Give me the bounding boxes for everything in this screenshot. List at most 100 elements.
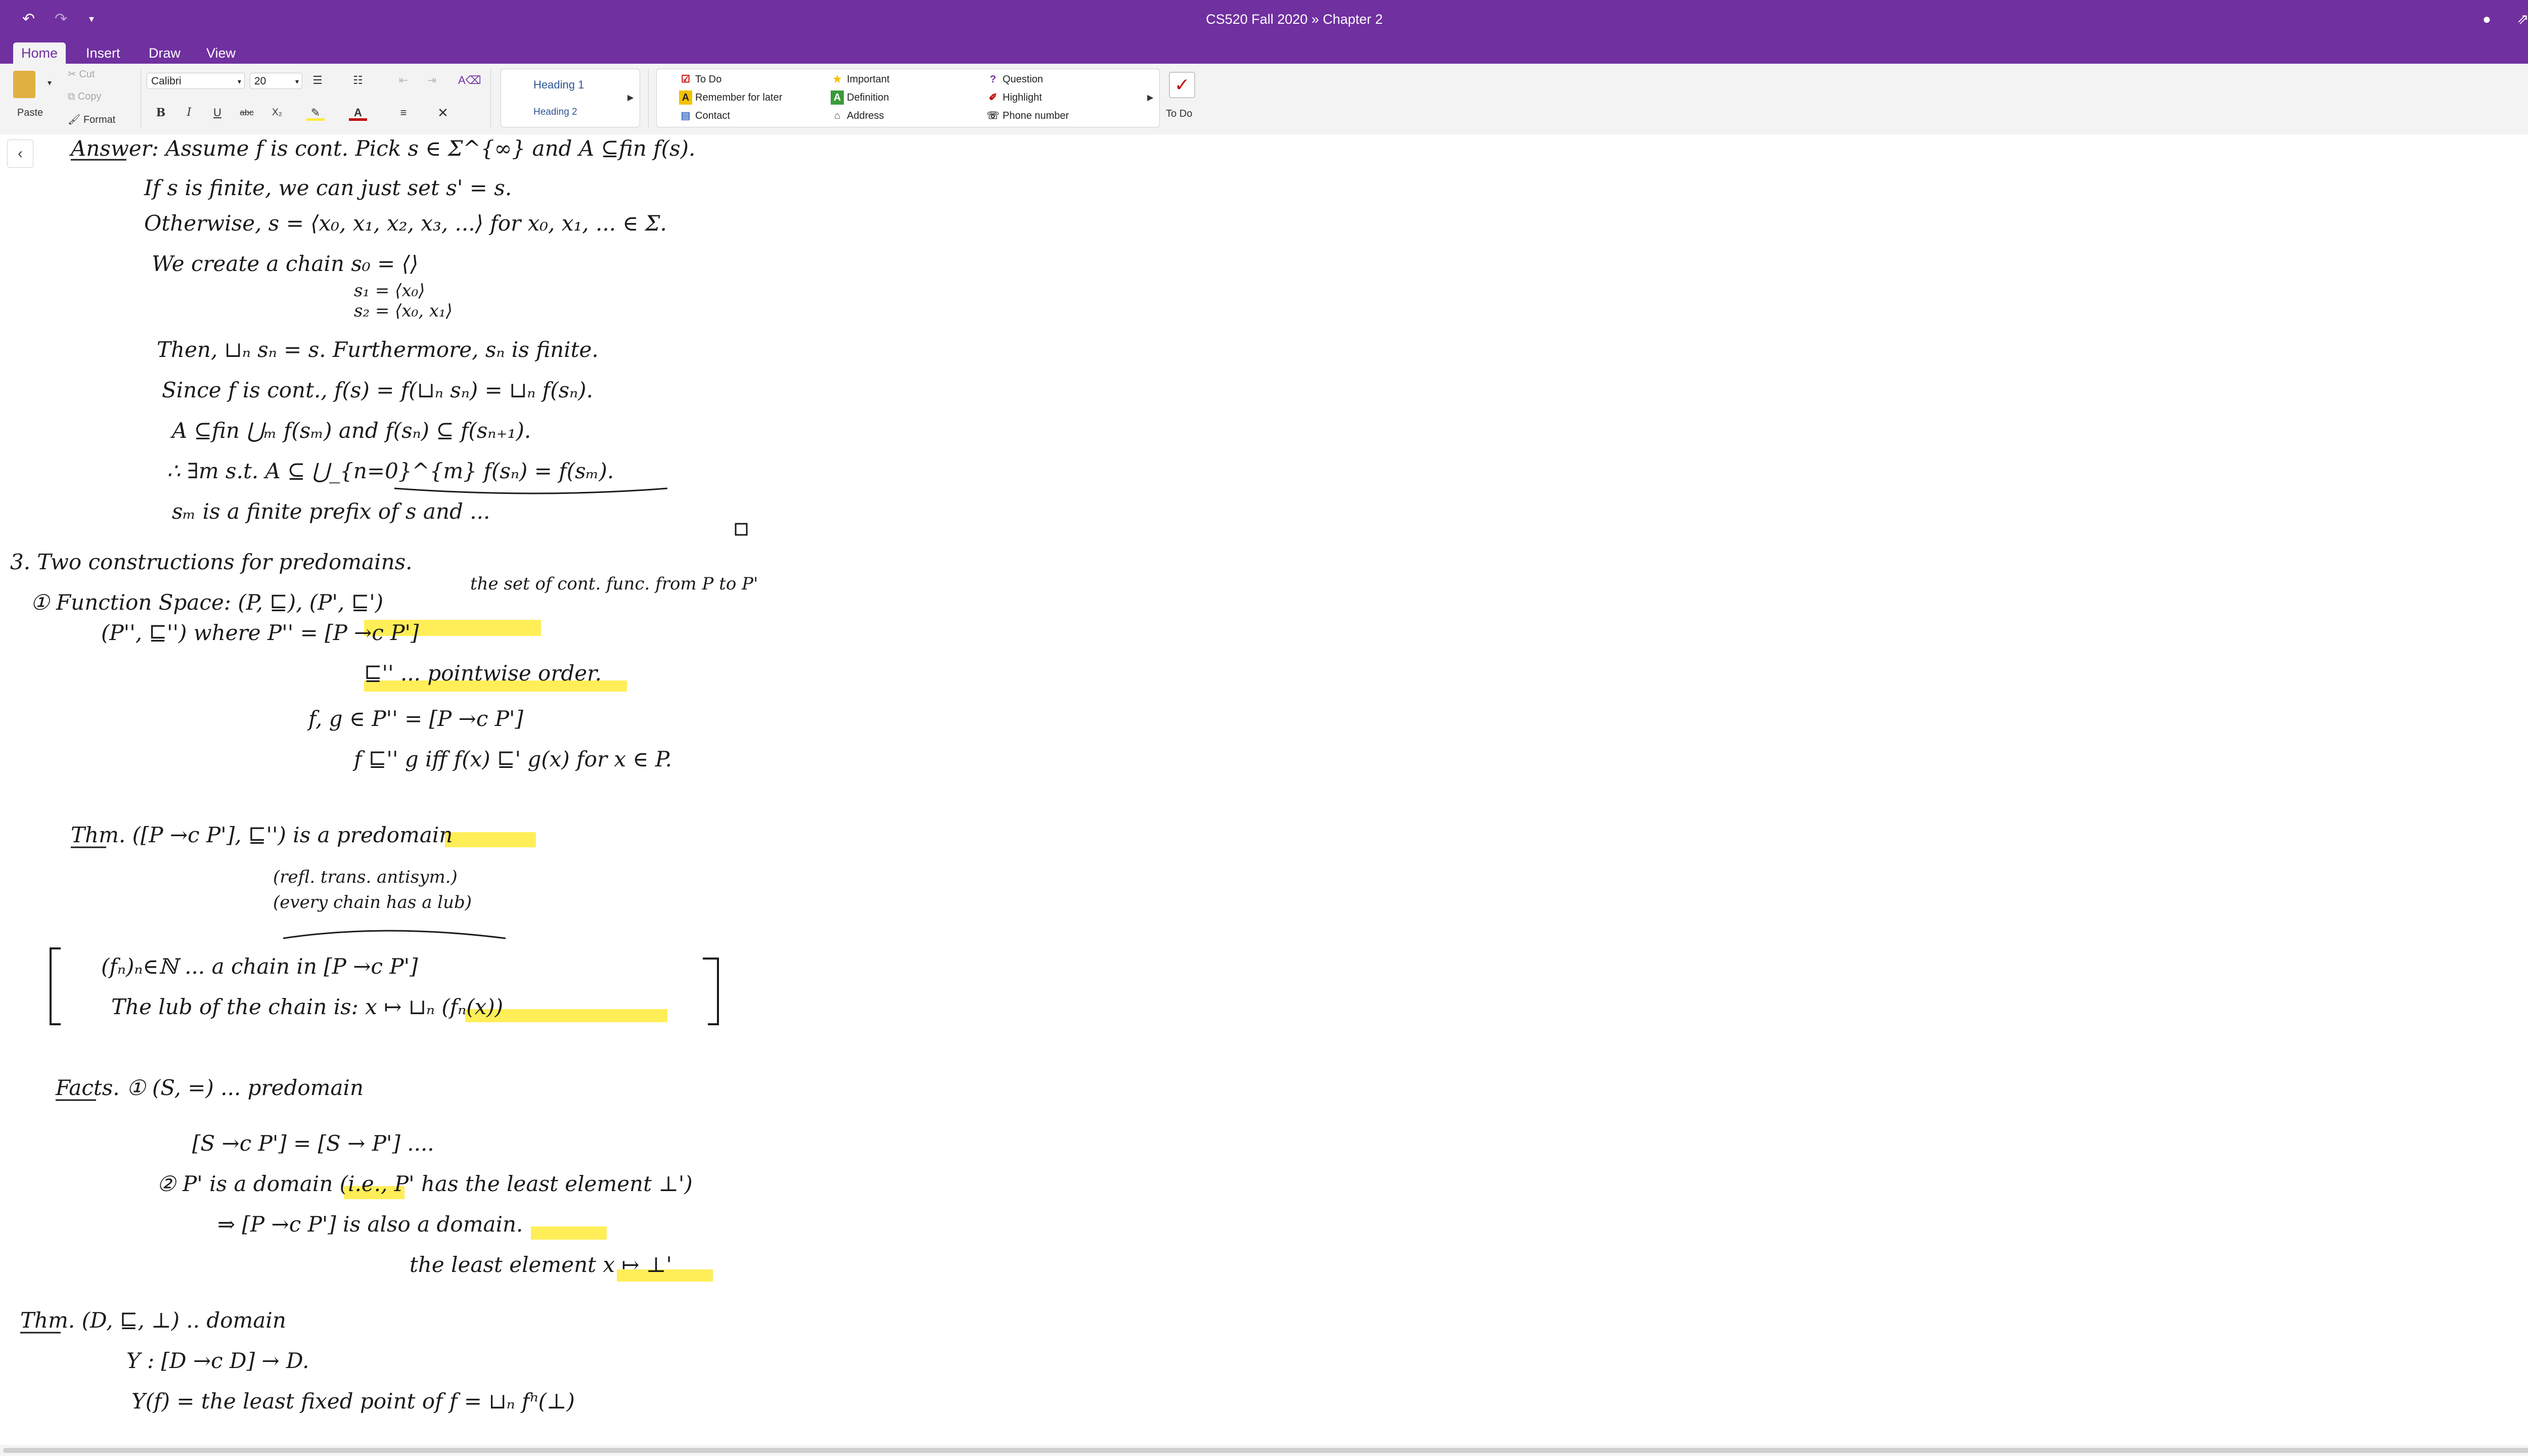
bell-icon[interactable]: ● — [2482, 9, 2491, 29]
pen-icon: ✐ — [988, 92, 998, 103]
note-line: Facts. ① (S, =) ... predomain — [55, 1075, 364, 1100]
chevron-down-icon: ▾ — [237, 77, 241, 85]
note-line: sₘ is a finite prefix of s and ... — [172, 499, 490, 524]
font-size-select[interactable]: 20 ▾ — [250, 73, 302, 89]
note-line: (every chain has a lub) — [273, 892, 472, 913]
tag-highlight[interactable]: ✐ Highlight — [986, 90, 1042, 105]
strikethrough-button[interactable]: abc — [238, 104, 256, 121]
subscript-button[interactable]: X₂ — [268, 104, 286, 121]
tag-question[interactable]: ? Question — [986, 72, 1043, 86]
note-line: Then, ⊔ₙ sₙ = s. Furthermore, sₙ is fini… — [157, 337, 599, 362]
todo-button[interactable]: To Do — [1166, 107, 1192, 120]
note-line: If s is finite, we can just set s' = s. — [144, 175, 512, 200]
note-line: We create a chain s₀ = ⟨⟩ — [152, 251, 418, 276]
note-line: The lub of the chain is: x ↦ ⊔ₙ (fₙ(x)) — [111, 994, 503, 1019]
note-line: f, g ∈ P'' = [P →c P'] — [307, 706, 524, 731]
note-line: 3. Two constructions for predomains. — [10, 550, 413, 574]
underline-stroke — [283, 930, 506, 939]
todo-check-icon[interactable]: ✓ — [1169, 72, 1195, 98]
underline-stroke — [394, 487, 668, 494]
numbering-icon[interactable]: ☷ — [349, 72, 367, 89]
tab-view[interactable]: View — [198, 42, 244, 64]
note-line: s₂ = ⟨x₀, x₁⟩ — [354, 301, 453, 321]
phone-icon: ☏ — [986, 110, 1000, 121]
house-icon: ⌂ — [834, 110, 841, 121]
style-heading-1[interactable]: Heading 1 — [533, 78, 584, 92]
note-line: Y(f) = the least fixed point of f = ⊔ₙ f… — [131, 1389, 575, 1414]
note-line: (P'', ⊑'') where P'' = [P →c P'] — [101, 620, 419, 645]
cut-button[interactable]: ✂ Cut — [68, 68, 95, 81]
styles-gallery: Heading 1 Heading 2 ▶ — [501, 69, 640, 127]
qed-box — [735, 523, 748, 536]
styles-expand-icon[interactable]: ▶ — [627, 92, 634, 105]
format-painter-button[interactable]: 🖌 Format — [68, 113, 115, 126]
note-line: s₁ = ⟨x₀⟩ — [354, 281, 425, 301]
bracket-stroke — [703, 958, 719, 1025]
clear-formatting-icon[interactable]: A⌫ — [458, 72, 481, 89]
window-title: CS520 Fall 2020 » Chapter 2 — [1206, 12, 1383, 27]
font-family-select[interactable]: Calibri ▾ — [147, 73, 245, 89]
tag-definition[interactable]: A Definition — [831, 90, 889, 105]
note-line: ∴ ∃m s.t. A ⊆ ⋃_{n=0}^{m} f(sₙ) = f(sₘ). — [167, 459, 614, 483]
clear-all-icon[interactable]: ✕ — [434, 104, 452, 121]
note-line: (fₙ)ₙ∈ℕ ... a chain in [P →c P'] — [101, 954, 418, 979]
horizontal-scrollbar[interactable] — [0, 1445, 2528, 1456]
divider — [490, 69, 491, 128]
increase-indent-icon[interactable]: ⇥ — [423, 72, 441, 89]
paintbrush-icon: 🖌 — [68, 114, 83, 125]
tab-draw[interactable]: Draw — [141, 42, 189, 64]
note-line: ① Function Space: (P, ⊑), (P', ⊑') — [30, 590, 383, 615]
checkbox-icon: ☑ — [681, 74, 690, 85]
bullets-icon[interactable]: ☰ — [308, 72, 327, 89]
green-a-icon: A — [831, 90, 844, 105]
ribbon-tabs: Home Insert Draw View ☺ ▾ — [0, 39, 2528, 64]
note-line: Otherwise, s = ⟨x₀, x₁, x₂, x₃, ...⟩ for… — [144, 211, 667, 236]
note-canvas[interactable]: ‹ Answer: Assume f is cont. Pick s ∈ Σ^{… — [0, 134, 2528, 1445]
tag-remember-for-later[interactable]: A Remember for later — [679, 90, 782, 105]
copy-button[interactable]: ⧉ Copy — [68, 90, 102, 103]
note-line: ⊑'' ... pointwise order. — [364, 661, 602, 686]
tab-home[interactable]: Home — [13, 42, 66, 64]
note-line: ② P' is a domain (i.e., P' has the least… — [157, 1171, 693, 1196]
note-line: Thm. ([P →c P'], ⊑'') is a predomain — [71, 823, 453, 847]
font-color-icon[interactable]: A — [349, 104, 367, 121]
highlight-icon[interactable]: ✎ — [306, 104, 325, 121]
question-icon: ? — [989, 74, 997, 85]
title-bar: ↶ ↷ ▾ CS520 Fall 2020 » Chapter 2 ● ⇗ ⤡ — [0, 0, 2528, 39]
star-icon: ★ — [833, 74, 842, 85]
copy-icon: ⧉ — [68, 91, 78, 102]
style-heading-2[interactable]: Heading 2 — [533, 106, 577, 119]
contact-card-icon: ▤ — [681, 110, 691, 121]
highlight-mark — [445, 832, 536, 847]
align-icon[interactable]: ≡ — [394, 104, 413, 121]
share-icon[interactable]: ⇗ — [2517, 9, 2528, 29]
tab-insert[interactable]: Insert — [78, 42, 128, 64]
highlight-mark — [531, 1226, 607, 1240]
italic-button[interactable]: I — [180, 104, 198, 121]
chevron-down-icon: ▾ — [295, 77, 299, 85]
bold-button[interactable]: B — [152, 104, 170, 121]
tags-expand-icon[interactable]: ▶ — [1147, 92, 1153, 105]
note-line: Since f is cont., f(s) = f(⊔ₙ sₙ) = ⊔ₙ f… — [162, 378, 593, 402]
note-line: Thm. (D, ⊑, ⊥) .. domain — [20, 1308, 286, 1333]
tag-important[interactable]: ★ Important — [831, 72, 889, 86]
bracket-stroke — [50, 947, 61, 1025]
horizontal-scrollbar-thumb[interactable] — [3, 1448, 2528, 1453]
highlight-a-icon: A — [679, 90, 692, 105]
divider — [648, 69, 649, 128]
tag-address[interactable]: ⌂ Address — [831, 109, 884, 123]
paste-dropdown-icon[interactable]: ▾ — [48, 77, 52, 90]
note-line: [S →c P'] = [S → P'] .... — [192, 1131, 434, 1156]
scissors-icon: ✂ — [68, 69, 79, 80]
tag-phone-number[interactable]: ☏ Phone number — [986, 109, 1069, 123]
decrease-indent-icon[interactable]: ⇤ — [394, 72, 413, 89]
tag-contact[interactable]: ▤ Contact — [679, 109, 730, 123]
note-line: (refl. trans. antisym.) — [273, 867, 458, 887]
tag-to-do[interactable]: ☑ To Do — [679, 72, 721, 86]
underline-button[interactable]: U — [208, 104, 227, 121]
note-line: f ⊑'' g iff f(x) ⊑' g(x) for x ∈ P. — [352, 747, 672, 771]
note-line: Y : [D →c D] → D. — [126, 1348, 309, 1373]
paste-button[interactable]: Paste — [17, 106, 43, 119]
paste-icon[interactable] — [13, 71, 35, 98]
tags-gallery: ☑ To Do A Remember for later ▤ Contact ★ Imp… — [656, 69, 1160, 127]
